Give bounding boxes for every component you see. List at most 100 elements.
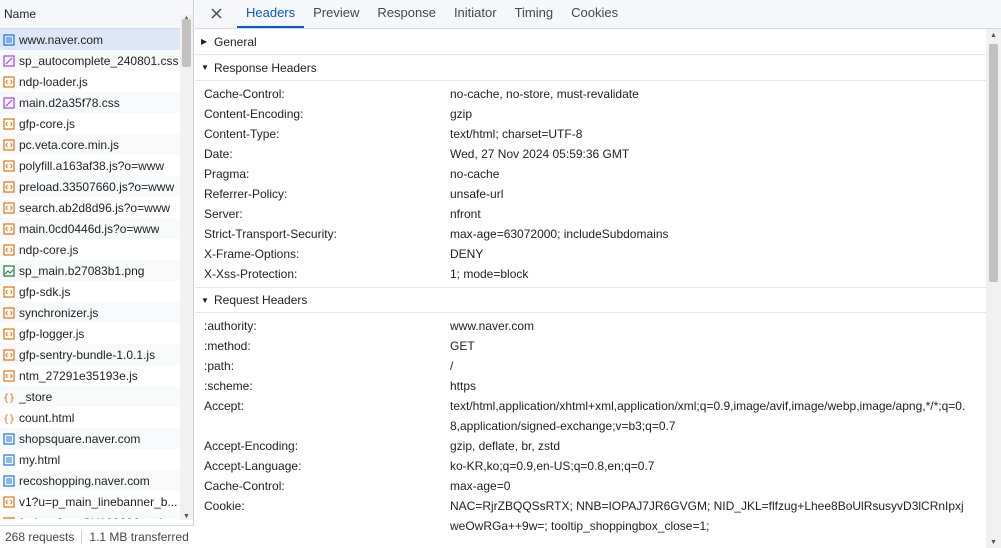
request-row[interactable]: shopsquare.naver.com bbox=[0, 428, 180, 449]
request-name: www.naver.com bbox=[19, 32, 104, 47]
header-row: Cache-Control: no-cache, no-store, must-r… bbox=[195, 84, 986, 104]
request-name: v1?u=p_main_linebanner_b... bbox=[19, 494, 178, 509]
document-icon bbox=[2, 432, 15, 445]
request-row[interactable]: my.html bbox=[0, 449, 180, 470]
request-list-scrollbar[interactable]: ▲ ▼ bbox=[180, 15, 193, 520]
header-row: Cookie: NAC=RjrZBQQSsRTX; NNB=IOPAJ7JR6GV… bbox=[195, 496, 986, 536]
request-row[interactable]: gfp-core.js bbox=[0, 113, 180, 134]
script-icon bbox=[2, 285, 15, 298]
header-name: X-Frame-Options: bbox=[204, 247, 300, 261]
request-row[interactable]: gfp-sentry-bundle-1.0.1.js bbox=[0, 344, 180, 365]
name-column-header[interactable]: Name bbox=[0, 0, 193, 29]
request-row[interactable]: search.ab2d8d96.js?o=www bbox=[0, 197, 180, 218]
tab-preview[interactable]: Preview bbox=[304, 0, 368, 28]
request-row[interactable]: pc.veta.core.min.js bbox=[0, 134, 180, 155]
script-icon bbox=[2, 516, 15, 519]
request-row[interactable]: sp_main.b27083b1.png bbox=[0, 260, 180, 281]
scroll-up-icon[interactable]: ▲ bbox=[990, 32, 997, 39]
script-icon bbox=[2, 159, 15, 172]
request-name: sp_main.b27083b1.png bbox=[19, 263, 145, 278]
header-value: gzip, deflate, br, zstd bbox=[450, 439, 561, 453]
header-row: Strict-Transport-Security: max-age=630720… bbox=[195, 224, 986, 244]
header-row: Accept-Encoding: gzip, deflate, br, zstd bbox=[195, 436, 986, 456]
response-headers-section-header[interactable]: ▼ Response Headers bbox=[195, 55, 986, 81]
header-name: Cache-Control: bbox=[204, 479, 285, 493]
request-list-panel: Name www.naver.com sp_autocomplete_240801… bbox=[0, 0, 194, 548]
request-row[interactable]: ntm_27291e35193e.js bbox=[0, 365, 180, 386]
close-icon[interactable] bbox=[205, 0, 227, 28]
image-icon bbox=[2, 264, 15, 277]
header-value: gzip bbox=[450, 107, 473, 121]
scroll-down-icon[interactable]: ▼ bbox=[990, 539, 997, 546]
header-value: unsafe-url bbox=[450, 187, 504, 201]
tab-response[interactable]: Response bbox=[368, 0, 445, 28]
request-headers-list: :authority: www.naver.com:method: GET:path… bbox=[195, 313, 986, 539]
details-scrollbar[interactable]: ▲ ▼ bbox=[986, 29, 1001, 548]
request-list: www.naver.com sp_autocomplete_240801.cssn… bbox=[0, 29, 180, 519]
request-row[interactable]: ndp-core.js bbox=[0, 239, 180, 260]
header-row: Accept: text/html,application/xhtml+xml,a… bbox=[195, 396, 986, 436]
header-value: ko-KR,ko;q=0.9,en-US;q=0.8,en;q=0.7 bbox=[450, 459, 655, 473]
status-bar: 268 requests 1.1 MB transferred bbox=[0, 525, 194, 548]
header-row: :method: GET bbox=[195, 336, 986, 356]
header-row: Date: Wed, 27 Nov 2024 05:59:36 GMT bbox=[195, 144, 986, 164]
header-row: :authority: www.naver.com bbox=[195, 316, 986, 336]
triangle-down-icon: ▼ bbox=[201, 63, 209, 72]
request-row[interactable]: polyfill.a163af38.js?o=www bbox=[0, 155, 180, 176]
request-name: polyfill.a163af38.js?o=www bbox=[19, 158, 165, 173]
request-row[interactable]: recoshopping.naver.com bbox=[0, 470, 180, 491]
request-name: ndp-loader.js bbox=[19, 74, 88, 89]
request-row[interactable]: v1?u=p_main_linebanner_b... bbox=[0, 491, 180, 512]
document-icon bbox=[2, 474, 15, 487]
tab-headers[interactable]: Headers bbox=[237, 0, 305, 28]
triangle-right-icon: ▶ bbox=[201, 37, 208, 46]
svg-text:{}: {} bbox=[3, 393, 15, 403]
request-row[interactable]: synchronizer.js bbox=[0, 302, 180, 323]
header-row: Server: nfront bbox=[195, 204, 986, 224]
header-value: max-age=63072000; includeSubdomains bbox=[450, 227, 669, 241]
request-name: my.html bbox=[19, 452, 61, 467]
header-value: 1; mode=block bbox=[450, 267, 529, 281]
details-panel: Headers Preview Response Initiator Timing Coo… bbox=[195, 0, 1001, 548]
header-row: :scheme: https bbox=[195, 376, 986, 396]
tab-initiator[interactable]: Initiator bbox=[445, 0, 506, 28]
request-name: search.ab2d8d96.js?o=www bbox=[19, 200, 171, 215]
header-value: nfront bbox=[450, 207, 481, 221]
script-icon bbox=[2, 327, 15, 340]
scroll-thumb[interactable] bbox=[989, 44, 998, 282]
request-row[interactable]: gfp-logger.js bbox=[0, 323, 180, 344]
scroll-down-icon[interactable]: ▼ bbox=[183, 513, 190, 520]
header-value: GET bbox=[450, 339, 475, 353]
request-row[interactable]: fxshow?su=SU10868&nrefr... bbox=[0, 512, 180, 519]
tab-cookies[interactable]: Cookies bbox=[562, 0, 627, 28]
scroll-thumb[interactable] bbox=[182, 19, 191, 67]
request-headers-section-header[interactable]: ▼ Request Headers bbox=[195, 287, 986, 313]
header-name: Accept: bbox=[204, 399, 245, 413]
request-row[interactable]: {} count.html bbox=[0, 407, 180, 428]
header-value: text/html,application/xhtml+xml,applicat… bbox=[450, 399, 966, 433]
header-row: Content-Encoding: gzip bbox=[195, 104, 986, 124]
request-name: ntm_27291e35193e.js bbox=[19, 368, 138, 383]
request-row[interactable]: preload.33507660.js?o=www bbox=[0, 176, 180, 197]
script-icon bbox=[2, 201, 15, 214]
request-row[interactable]: sp_autocomplete_240801.css bbox=[0, 50, 180, 71]
general-section-header[interactable]: ▶ General bbox=[195, 29, 986, 55]
request-row[interactable]: ndp-loader.js bbox=[0, 71, 180, 92]
json-icon: {} bbox=[2, 411, 15, 424]
request-row[interactable]: gfp-sdk.js bbox=[0, 281, 180, 302]
request-row[interactable]: main.0cd0446d.js?o=www bbox=[0, 218, 180, 239]
header-name: Pragma: bbox=[204, 167, 250, 181]
header-row: Cache-Control: max-age=0 bbox=[195, 476, 986, 496]
header-value: www.naver.com bbox=[450, 319, 535, 333]
request-name: gfp-core.js bbox=[19, 116, 76, 131]
request-count: 268 requests bbox=[5, 530, 75, 544]
request-row[interactable]: {} _store bbox=[0, 386, 180, 407]
request-row[interactable]: www.naver.com bbox=[0, 29, 180, 50]
script-icon bbox=[2, 180, 15, 193]
tab-timing[interactable]: Timing bbox=[506, 0, 563, 28]
request-name: _store bbox=[19, 389, 53, 404]
request-name: gfp-sdk.js bbox=[19, 284, 71, 299]
script-icon bbox=[2, 222, 15, 235]
script-icon bbox=[2, 306, 15, 319]
request-row[interactable]: main.d2a35f78.css bbox=[0, 92, 180, 113]
